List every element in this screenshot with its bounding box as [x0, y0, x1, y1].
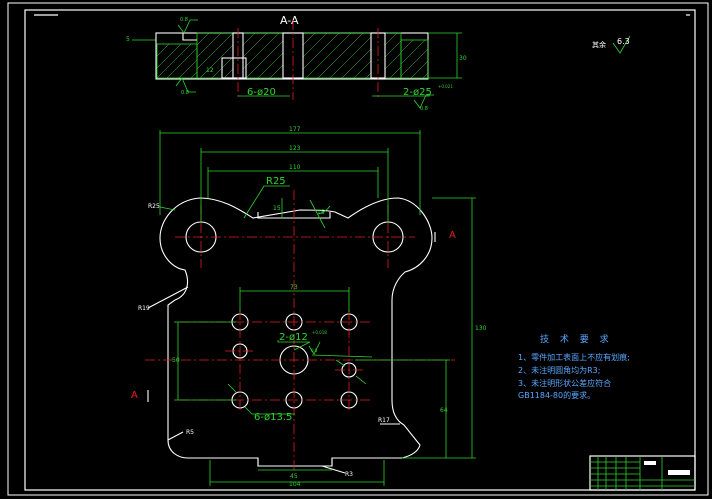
- note-item-3: 3、未注明形状公差应符合: [518, 378, 611, 388]
- dim-width-inner: 110: [289, 164, 301, 171]
- roughness-symbol-top: 0.8: [177, 17, 198, 34]
- section-hole-tol: +0.021: [438, 84, 453, 89]
- dim-height-overall: 130: [475, 325, 487, 332]
- dim-hole-spacing: 73: [290, 284, 298, 291]
- slot-angle: 15: [317, 209, 325, 216]
- plan-view: 177 123 110 R25 15 15 R25 R19 R5 R17 R3: [131, 126, 487, 488]
- drawing-border: [24, 9, 696, 491]
- section-dim-left: 5: [126, 36, 130, 43]
- note-item-2: 2、未注明圆角均为R3;: [518, 365, 600, 375]
- section-dim-height: 30: [459, 55, 467, 62]
- section-title: A-A: [280, 14, 299, 27]
- section-hole-label-left: 6-ø20: [247, 87, 276, 98]
- radius-side: R19: [138, 305, 150, 312]
- hatch-block-5: [384, 32, 402, 79]
- dim-left-vertical: 50: [172, 357, 180, 364]
- hatch-block-2: [196, 32, 234, 79]
- radius-bottom-small: R3: [345, 471, 353, 478]
- hatch-block-4: [302, 32, 372, 79]
- dim-height-mid: 64: [440, 407, 448, 414]
- dim-width-overall: 177: [289, 126, 301, 133]
- note-item-1: 1、零件加工表面上不应有划痕;: [518, 352, 630, 362]
- slot-depth: 15: [273, 205, 281, 212]
- radius-bottom: R17: [378, 417, 390, 424]
- section-dim-inner: 12: [206, 67, 214, 74]
- cad-drawing: A-A 5 30 12 0.8 0.8 0.8 6-ø20 2-ø25 +0.0…: [7, 2, 709, 496]
- section-view: A-A 5 30 12 0.8 0.8 0.8 6-ø20 2-ø25 +0.0…: [126, 14, 467, 112]
- radius-corner: R5: [186, 429, 194, 436]
- roughness-label: 其余: [592, 40, 606, 49]
- hole-pattern-tol: +0.018: [312, 330, 327, 335]
- hatch-block-1: [156, 43, 198, 79]
- roughness-symbol-bottom-left: 0.8: [175, 77, 196, 96]
- note-item-4: GB1184-80的要求。: [518, 390, 595, 400]
- outer-frame: [7, 2, 709, 496]
- svg-text:0.8: 0.8: [181, 90, 189, 96]
- svg-text:0.8: 0.8: [180, 17, 188, 23]
- section-mark-top: A: [449, 230, 456, 241]
- hole-pattern-rough: 0.8: [311, 348, 318, 353]
- dim-bottom-width-2: 104: [289, 481, 301, 488]
- dim-bottom-width-1: 45: [290, 473, 298, 480]
- hole-small: 6-ø13.5: [254, 412, 292, 423]
- technical-notes: 技 术 要 求 1、零件加工表面上不应有划痕; 2、未注明圆角均为R3; 3、未…: [518, 333, 630, 400]
- section-mark-bottom: A: [131, 390, 138, 401]
- radius-top: R25: [266, 176, 286, 187]
- hatch-block-6: [400, 39, 429, 79]
- svg-text:0.8: 0.8: [420, 106, 428, 112]
- roughness-value: 6.3: [617, 37, 630, 46]
- dim-width-mid: 123: [289, 145, 301, 152]
- notes-title: 技 术 要 求: [540, 333, 613, 345]
- radius-left: R25: [148, 203, 160, 210]
- hatch-block-3: [242, 32, 284, 79]
- hole-pattern: 2-ø12: [279, 332, 308, 343]
- general-roughness: 其余 6.3: [592, 35, 631, 54]
- section-hole-label-right: 2-ø25: [403, 87, 432, 98]
- title-block: [589, 455, 696, 491]
